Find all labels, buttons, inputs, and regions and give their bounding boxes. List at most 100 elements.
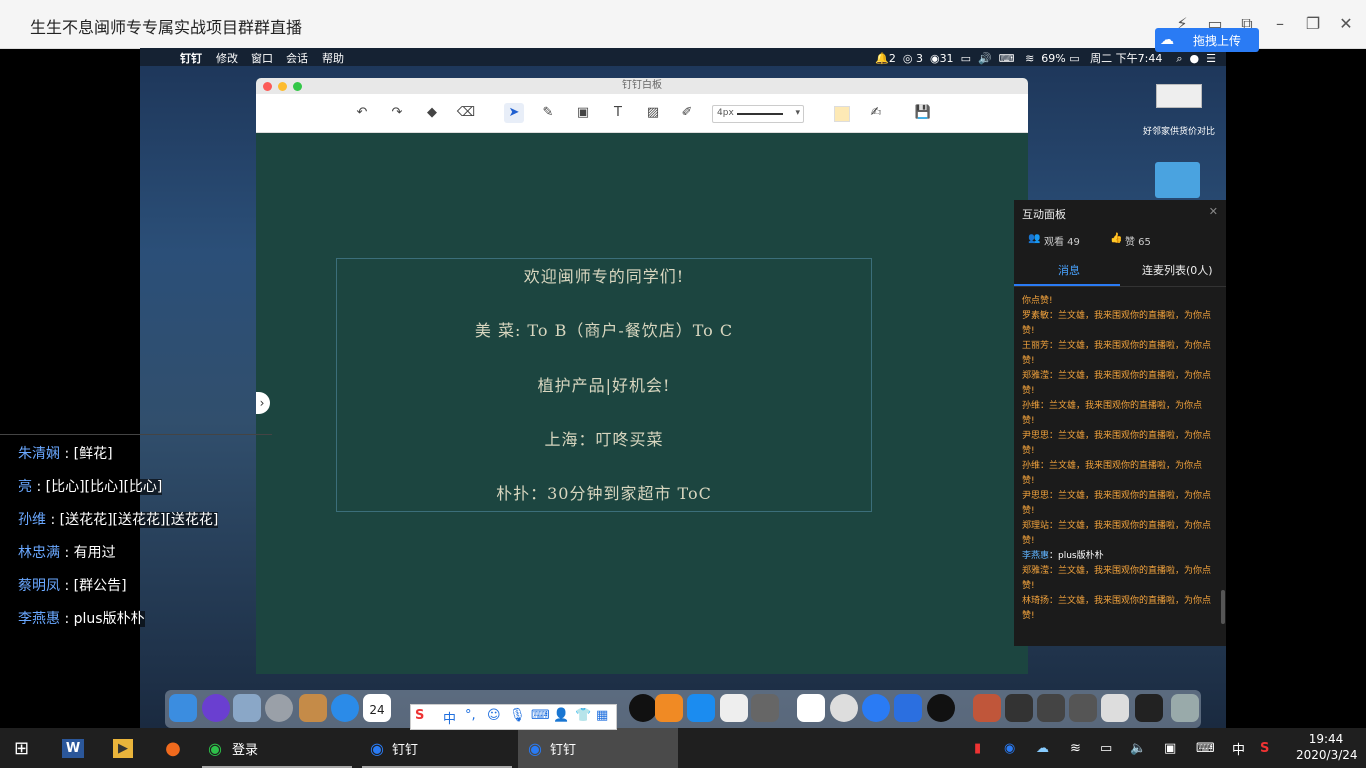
windows-start-icon[interactable]: ⊞ (14, 728, 29, 768)
qq-icon[interactable] (927, 694, 955, 722)
close-dot-icon[interactable] (263, 82, 272, 91)
battery-icon[interactable]: ▭ (1069, 52, 1079, 65)
likes-count: 赞 65 (1125, 237, 1151, 248)
emoji-icon[interactable]: ☺ (487, 708, 501, 723)
siri-icon[interactable]: ● (1190, 52, 1200, 65)
tab-mic-list[interactable]: 连麦列表(0人) (1142, 262, 1213, 278)
screenshot-file-icon-3[interactable] (1069, 694, 1097, 722)
menu-help[interactable]: 帮助 (322, 50, 344, 66)
stroke-size-select[interactable]: 4px ▾ (712, 105, 804, 123)
appletv-icon[interactable] (629, 694, 657, 722)
user-icon[interactable]: 👤 (553, 708, 569, 723)
taskbar-ime-lang[interactable]: 中 (1232, 728, 1245, 768)
screenshot-file-icon-2[interactable] (1037, 694, 1065, 722)
word-taskbar-icon[interactable]: W (60, 728, 86, 768)
settings-icon[interactable] (751, 694, 779, 722)
image-icon[interactable]: ▨ (643, 103, 663, 123)
close-icon[interactable]: ✕ (1209, 205, 1218, 218)
battery-tray-icon[interactable]: ▭ (1100, 728, 1112, 768)
panel-title: 互动面板 (1022, 208, 1066, 221)
dingtalk-tray-icon[interactable]: ◉ (1004, 728, 1015, 768)
punctuation-icon[interactable]: °, (465, 708, 476, 723)
wechat-taskbar-item[interactable]: ◉ 登录 (208, 728, 258, 768)
video-player-icon[interactable]: ▶ (110, 728, 136, 768)
desktop-file-icon[interactable] (1156, 84, 1202, 108)
network-icon[interactable]: ≋ (1070, 728, 1081, 768)
keyboard-icon[interactable]: ⌨ (531, 708, 550, 723)
dingtalk-taskbar-icon-2: ◉ (528, 738, 542, 758)
grid-icon[interactable]: ▦ (596, 708, 608, 723)
mic-icon[interactable]: 🎙 (509, 708, 526, 723)
dingtalk-taskbar-item-2[interactable]: ◉ 钉钉 (518, 728, 678, 768)
wps-icon[interactable] (894, 694, 922, 722)
sogou-tray-icon[interactable]: S (1260, 728, 1269, 768)
folder-icon[interactable] (1155, 162, 1200, 198)
pen-icon[interactable]: ✎ (538, 103, 558, 123)
finder-icon[interactable] (169, 694, 197, 722)
bell-icon[interactable]: 🔔 (875, 52, 889, 65)
wechat-icon[interactable]: ◎ (903, 52, 913, 65)
menu-edit[interactable]: 修改 (216, 50, 238, 66)
ime-lang[interactable]: 中 (443, 708, 456, 727)
other-icon[interactable]: ◉ (930, 52, 940, 65)
text-icon[interactable]: T (608, 103, 628, 123)
firefox-icon[interactable]: ● (160, 728, 186, 768)
minimize-button[interactable]: – (1270, 14, 1290, 33)
notification-center-icon[interactable]: ☰ (1206, 52, 1216, 65)
contacts-icon[interactable] (299, 694, 327, 722)
spotlight-icon[interactable]: ⌕ (1176, 52, 1182, 65)
safari-icon[interactable] (331, 694, 359, 722)
edit-icon[interactable]: ✍ (866, 103, 886, 123)
select-icon[interactable]: ➤ (504, 103, 524, 123)
skin-icon[interactable]: 👕 (575, 708, 591, 723)
screenshot-file-icon[interactable] (1005, 694, 1033, 722)
pdf-tray-icon[interactable]: ▮ (974, 728, 981, 768)
mac-datetime[interactable]: 周二 下午7:44 (1090, 52, 1162, 65)
baidu-netdisk-icon[interactable] (797, 694, 825, 722)
shapes-icon[interactable]: ▣ (573, 103, 593, 123)
screen-file-icon[interactable] (1135, 694, 1163, 722)
image-file-icon[interactable] (973, 694, 1001, 722)
expand-arrow-icon[interactable]: › (256, 392, 270, 414)
trash-icon[interactable] (1171, 694, 1199, 722)
color-picker[interactable] (834, 106, 850, 122)
menu-window[interactable]: 窗口 (251, 50, 273, 66)
whiteboard-textbox[interactable]: 欢迎闽师专的同学们! 美 菜: To B（商户-餐饮店）To C 植护产品|好机… (336, 258, 872, 512)
eraser-icon[interactable]: ◆ (422, 103, 442, 123)
save-icon[interactable]: 💾 (913, 103, 933, 123)
zoom-dot-icon[interactable] (293, 82, 302, 91)
preview-icon[interactable] (233, 694, 261, 722)
panel-scrollbar[interactable] (1221, 590, 1225, 624)
drag-upload-button[interactable]: ☁ 拖拽上传 (1155, 28, 1259, 52)
brush-icon[interactable]: ✐ (677, 103, 697, 123)
close-button[interactable]: ✕ (1336, 14, 1356, 33)
dingtalk-taskbar-item-1[interactable]: ◉ 钉钉 (370, 728, 418, 768)
notes-icon[interactable] (720, 694, 748, 722)
undo-icon[interactable]: ↶ (352, 103, 372, 123)
dingtalk-dock-icon[interactable] (862, 694, 890, 722)
input-icon[interactable]: ⌨ (999, 52, 1015, 65)
sogou-ime-icon[interactable]: S (415, 708, 424, 723)
maximize-button[interactable]: ❐ (1303, 14, 1323, 33)
tab-messages[interactable]: 消息 (1058, 262, 1080, 278)
cloud-tray-icon[interactable]: ☁ (1036, 728, 1049, 768)
system-clock[interactable]: 19:44 2020/3/24 (1296, 731, 1358, 763)
document-file-icon[interactable] (1101, 694, 1129, 722)
redo-icon[interactable]: ↷ (387, 103, 407, 123)
calendar-icon[interactable]: 24 (363, 694, 391, 722)
books-icon[interactable] (655, 694, 683, 722)
clear-icon[interactable]: ⌫ (456, 103, 476, 123)
wifi-icon[interactable]: ≋ (1025, 52, 1034, 65)
minimize-dot-icon[interactable] (278, 82, 287, 91)
keyboard-tray-icon[interactable]: ⌨ (1196, 728, 1215, 768)
siri-dock-icon[interactable] (202, 694, 230, 722)
display-icon[interactable]: ▣ (1164, 728, 1176, 768)
menubar-app[interactable]: 钉钉 (180, 50, 202, 66)
airplay-icon[interactable]: ▭ (961, 52, 971, 65)
speaker-icon[interactable]: 🔈 (1130, 728, 1146, 768)
menu-chat[interactable]: 会话 (286, 50, 308, 66)
launchpad-icon[interactable] (265, 694, 293, 722)
volume-icon[interactable]: 🔊 (978, 52, 992, 65)
chrome-icon[interactable] (830, 694, 858, 722)
appstore-icon[interactable] (687, 694, 715, 722)
